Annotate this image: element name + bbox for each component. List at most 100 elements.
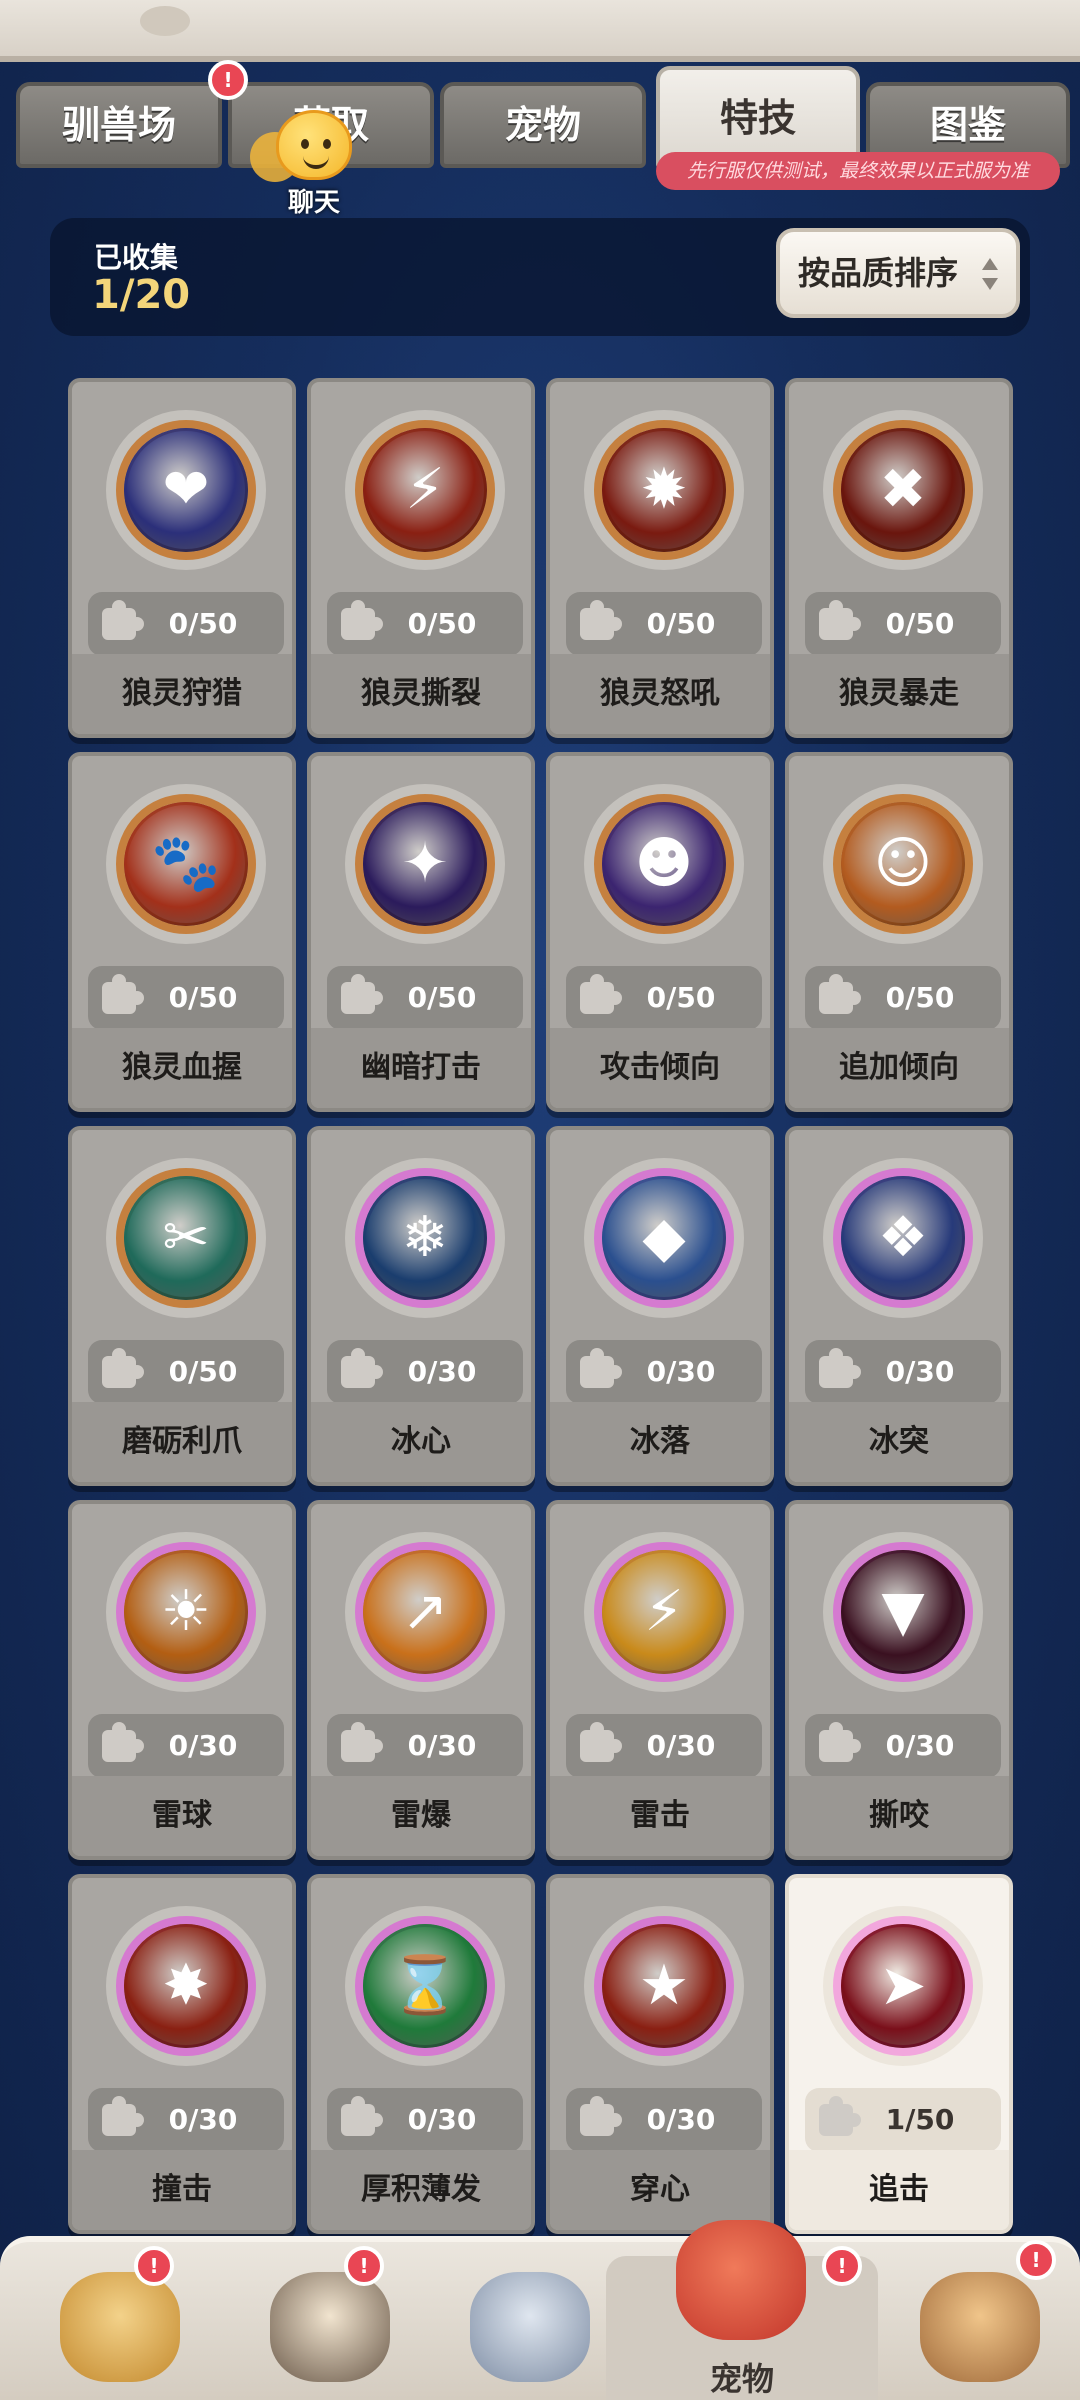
skill-card[interactable]: ⌛ 0/30 厚积薄发 [307,1874,535,2234]
skill-name: 撞击 [72,2150,292,2230]
skill-icon-frame: ✸ [106,1906,266,2066]
skill-icon-frame: ◆ [584,1158,744,1318]
skill-card[interactable]: ✦ 0/50 幽暗打击 [307,752,535,1112]
skill-icon-ring: ☺ [833,794,973,934]
skill-card[interactable]: ❖ 0/30 冰突 [785,1126,1013,1486]
skill-name: 磨砺利爪 [72,1402,292,1482]
collected-count: 1/20 [92,272,191,318]
skill-name: 厚积薄发 [311,2150,531,2230]
skill-icon-ring: ✂ [116,1168,256,1308]
skill-name: 狼灵狩猎 [72,654,292,734]
skill-card[interactable]: ▼ 0/30 撕咬 [785,1500,1013,1860]
skill-icon-ring: ◆ [594,1168,734,1308]
bite-mouth-icon: ▼ [841,1550,965,1674]
skill-fragment-count: 1/50 [805,2088,1001,2152]
thunder-burst-icon: ↗ [363,1550,487,1674]
nav-beast[interactable] [20,2262,220,2400]
skill-card[interactable]: ❤ 0/50 狼灵狩猎 [68,378,296,738]
fragment-count-text: 0/30 [646,1729,716,1762]
cross-slash-icon: ✖ [841,428,965,552]
puzzle-piece-icon [580,2096,622,2136]
skill-icon-ring: 🐾 [116,794,256,934]
impact-icon: ✸ [124,1924,248,2048]
skill-card[interactable]: ✂ 0/50 磨砺利爪 [68,1126,296,1486]
totem-avatar-icon [920,2272,1040,2382]
chat-button[interactable]: 聊天 [246,110,366,220]
tab-pets[interactable]: 宠物 [440,82,646,168]
fragment-count-text: 0/50 [168,607,238,640]
skill-icon-ring: ☻ [594,794,734,934]
skill-name: 狼灵怒吼 [550,654,770,734]
skill-card[interactable]: ⚡ 0/50 狼灵撕裂 [307,378,535,738]
fragment-count-text: 0/50 [646,607,716,640]
skill-fragment-count: 0/30 [327,1714,523,1778]
skill-icon-ring: ✦ [355,794,495,934]
pet-dino-icon [676,2220,806,2340]
skill-icon-frame: ☀ [106,1532,266,1692]
skill-icon-frame: ★ [584,1906,744,2066]
skill-fragment-count: 0/30 [88,2088,284,2152]
skill-fragment-count: 0/50 [327,966,523,1030]
skill-card[interactable]: ✖ 0/50 狼灵暴走 [785,378,1013,738]
skill-fragment-count: 0/50 [805,966,1001,1030]
puzzle-piece-icon [580,600,622,640]
skill-card[interactable]: ★ 0/30 穿心 [546,1874,774,2234]
skill-icon-ring: ✖ [833,420,973,560]
skill-card[interactable]: ☺ 0/50 追加倾向 [785,752,1013,1112]
skill-name: 攻击倾向 [550,1028,770,1108]
skill-card[interactable]: ✸ 0/30 撞击 [68,1874,296,2234]
fragment-count-text: 0/30 [646,2103,716,2136]
skill-card[interactable]: ⚡ 0/30 雷击 [546,1500,774,1860]
notification-bell-icon: ! [134,2246,174,2286]
skill-icon-frame: ❄ [345,1158,505,1318]
puzzle-piece-icon [102,974,144,1014]
skill-fragment-count: 0/30 [327,2088,523,2152]
puzzle-piece-icon [819,1722,861,1762]
claw-slash-icon: ⚡ [363,428,487,552]
skill-name: 穿心 [550,2150,770,2230]
skill-icon-frame: ✹ [584,410,744,570]
fragment-count-text: 0/30 [168,2103,238,2136]
skill-card[interactable]: ☀ 0/30 雷球 [68,1500,296,1860]
nav-totem[interactable] [880,2262,1080,2400]
skill-icon-ring: ☀ [116,1542,256,1682]
skill-card[interactable]: ↗ 0/30 雷爆 [307,1500,535,1860]
skill-card[interactable]: ☻ 0/50 攻击倾向 [546,752,774,1112]
skill-name: 雷击 [550,1776,770,1856]
tab-training-ground[interactable]: 驯兽场 [16,82,222,168]
sort-by-quality-button[interactable]: 按品质排序 [776,228,1020,318]
skill-card[interactable]: ❄ 0/30 冰心 [307,1126,535,1486]
skill-fragment-count: 0/30 [805,1340,1001,1404]
explosion-icon: ✹ [602,428,726,552]
puzzle-piece-icon [102,2096,144,2136]
skill-icon-ring: ↗ [355,1542,495,1682]
skill-name: 撕咬 [789,1776,1009,1856]
fragment-count-text: 0/30 [885,1355,955,1388]
fragment-count-text: 0/50 [885,607,955,640]
puzzle-piece-icon [102,1348,144,1388]
notification-bell-icon: ! [1016,2240,1056,2280]
star-fist-icon: ★ [602,1924,726,2048]
skill-icon-ring: ⚡ [594,1542,734,1682]
nav-hero[interactable] [230,2262,430,2400]
skill-fragment-count: 0/30 [566,1714,762,1778]
puzzle-piece-icon [580,1722,622,1762]
skill-card[interactable]: ➤ 1/50 追击 [785,1874,1013,2234]
fragment-count-text: 0/50 [885,981,955,1014]
beast-avatar-icon [60,2272,180,2382]
nav-battle[interactable] [430,2262,630,2400]
skill-icon-ring: ▼ [833,1542,973,1682]
fragment-count-text: 0/50 [407,981,477,1014]
skill-card[interactable]: 🐾 0/50 狼灵血握 [68,752,296,1112]
skill-icon-ring: ❄ [355,1168,495,1308]
paw-icon: 🐾 [124,802,248,926]
nav-pets-label: 宠物 [709,2360,774,2398]
snowflake-icon: ❄ [363,1176,487,1300]
puzzle-piece-icon [580,974,622,1014]
skill-icon-ring: ✹ [594,420,734,560]
skill-icon-ring: ⚡ [355,420,495,560]
skill-card[interactable]: ◆ 0/30 冰落 [546,1126,774,1486]
ice-crystal-icon: ❖ [841,1176,965,1300]
skill-card[interactable]: ✹ 0/50 狼灵怒吼 [546,378,774,738]
skill-icon-frame: ✖ [823,410,983,570]
